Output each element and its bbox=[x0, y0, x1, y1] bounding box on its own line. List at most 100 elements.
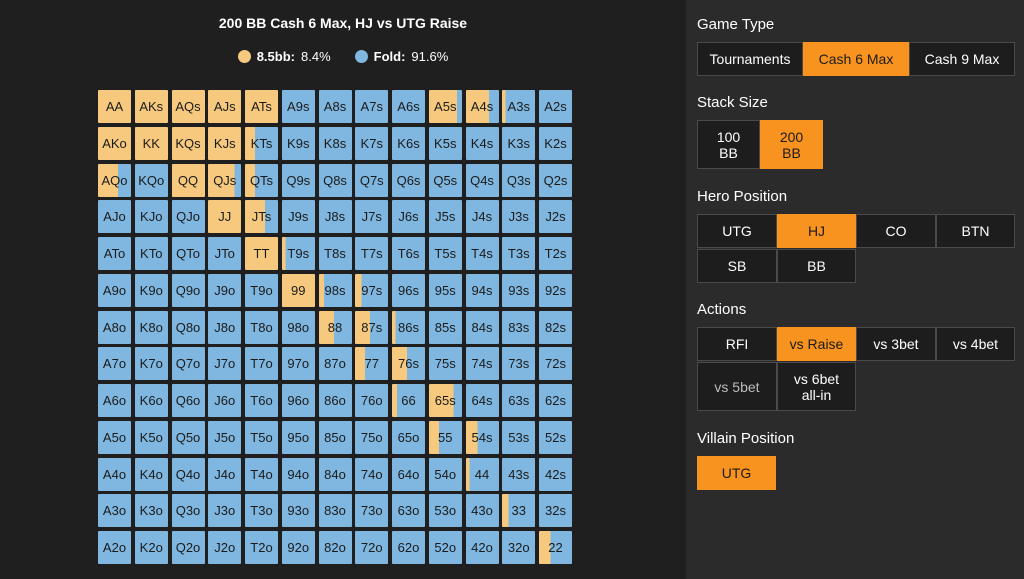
hand-cell-K4o[interactable]: K4o bbox=[134, 457, 168, 491]
action-vs-6bet-allin-button[interactable]: vs 6bet all-in bbox=[777, 362, 856, 411]
hand-cell-JJ[interactable]: JJ bbox=[208, 200, 242, 234]
hand-cell-64o[interactable]: 64o bbox=[392, 457, 425, 491]
hand-cell-99[interactable]: 99 bbox=[281, 273, 315, 307]
hand-cell-54s[interactable]: 54s bbox=[465, 420, 499, 454]
hand-cell-K3o[interactable]: K3o bbox=[134, 494, 168, 528]
hand-cell-A2o[interactable]: A2o bbox=[98, 531, 131, 564]
hand-cell-J5o[interactable]: J5o bbox=[208, 420, 242, 454]
hand-cell-T6o[interactable]: T6o bbox=[245, 384, 278, 417]
hand-cell-K5o[interactable]: K5o bbox=[134, 420, 168, 454]
hand-cell-J7o[interactable]: J7o bbox=[208, 347, 242, 381]
hand-cell-QTo[interactable]: QTo bbox=[171, 237, 205, 270]
hand-cell-84s[interactable]: 84s bbox=[465, 310, 499, 344]
hand-cell-Q9s[interactable]: Q9s bbox=[281, 163, 315, 197]
hero-bb-button[interactable]: BB bbox=[777, 249, 856, 283]
hand-cell-98s[interactable]: 98s bbox=[318, 273, 352, 307]
hand-cell-KK[interactable]: KK bbox=[134, 126, 168, 160]
hand-cell-T3o[interactable]: T3o bbox=[245, 494, 278, 528]
hand-cell-43o[interactable]: 43o bbox=[465, 494, 499, 528]
hand-cell-K3s[interactable]: K3s bbox=[502, 126, 536, 160]
hand-cell-K2s[interactable]: K2s bbox=[539, 126, 572, 160]
hand-cell-85o[interactable]: 85o bbox=[318, 420, 352, 454]
hand-cell-J9s[interactable]: J9s bbox=[281, 200, 315, 234]
hand-cell-72s[interactable]: 72s bbox=[539, 347, 572, 381]
hand-cell-22[interactable]: 22 bbox=[539, 531, 572, 564]
hand-cell-K4s[interactable]: K4s bbox=[465, 126, 499, 160]
hand-cell-QQ[interactable]: QQ bbox=[171, 163, 205, 197]
hand-cell-97o[interactable]: 97o bbox=[281, 347, 315, 381]
hand-cell-55[interactable]: 55 bbox=[428, 420, 462, 454]
hand-cell-K7o[interactable]: K7o bbox=[134, 347, 168, 381]
hand-cell-KTo[interactable]: KTo bbox=[134, 237, 168, 270]
hand-cell-84o[interactable]: 84o bbox=[318, 457, 352, 491]
hand-cell-Q9o[interactable]: Q9o bbox=[171, 273, 205, 307]
hand-cell-33[interactable]: 33 bbox=[502, 494, 536, 528]
game-type-tournaments-button[interactable]: Tournaments bbox=[697, 42, 803, 76]
hand-cell-J8o[interactable]: J8o bbox=[208, 310, 242, 344]
hand-cell-KQs[interactable]: KQs bbox=[171, 126, 205, 160]
hand-cell-A5o[interactable]: A5o bbox=[98, 420, 131, 454]
hand-cell-97s[interactable]: 97s bbox=[355, 273, 389, 307]
hand-cell-A5s[interactable]: A5s bbox=[428, 90, 462, 123]
hand-cell-T7o[interactable]: T7o bbox=[245, 347, 278, 381]
hand-cell-QJo[interactable]: QJo bbox=[171, 200, 205, 234]
hand-cell-75o[interactable]: 75o bbox=[355, 420, 389, 454]
hand-cell-65s[interactable]: 65s bbox=[428, 384, 462, 417]
hand-cell-K8s[interactable]: K8s bbox=[318, 126, 352, 160]
hand-cell-94o[interactable]: 94o bbox=[281, 457, 315, 491]
hand-cell-AJs[interactable]: AJs bbox=[208, 90, 242, 123]
hand-cell-44[interactable]: 44 bbox=[465, 457, 499, 491]
hand-cell-42s[interactable]: 42s bbox=[539, 457, 572, 491]
hand-cell-QJs[interactable]: QJs bbox=[208, 163, 242, 197]
hand-cell-K6o[interactable]: K6o bbox=[134, 384, 168, 417]
hand-cell-63o[interactable]: 63o bbox=[392, 494, 425, 528]
hand-cell-62o[interactable]: 62o bbox=[392, 531, 425, 564]
hand-cell-J2o[interactable]: J2o bbox=[208, 531, 242, 564]
hand-cell-T2o[interactable]: T2o bbox=[245, 531, 278, 564]
hand-cell-52s[interactable]: 52s bbox=[539, 420, 572, 454]
stack-100bb-button[interactable]: 100 BB bbox=[697, 120, 760, 169]
action-vs-3bet-button[interactable]: vs 3bet bbox=[856, 327, 936, 361]
hand-cell-Q3s[interactable]: Q3s bbox=[502, 163, 536, 197]
hand-cell-95o[interactable]: 95o bbox=[281, 420, 315, 454]
hand-cell-TT[interactable]: TT bbox=[245, 237, 278, 270]
hand-cell-86s[interactable]: 86s bbox=[392, 310, 425, 344]
hand-cell-Q4o[interactable]: Q4o bbox=[171, 457, 205, 491]
hand-cell-83o[interactable]: 83o bbox=[318, 494, 352, 528]
hand-cell-KQo[interactable]: KQo bbox=[134, 163, 168, 197]
hand-cell-92s[interactable]: 92s bbox=[539, 273, 572, 307]
hand-cell-A6s[interactable]: A6s bbox=[392, 90, 425, 123]
hand-cell-A7s[interactable]: A7s bbox=[355, 90, 389, 123]
hand-cell-A6o[interactable]: A6o bbox=[98, 384, 131, 417]
hand-cell-AA[interactable]: AA bbox=[98, 90, 131, 123]
hand-cell-K6s[interactable]: K6s bbox=[392, 126, 425, 160]
hero-utg-button[interactable]: UTG bbox=[697, 214, 777, 248]
hand-cell-T9s[interactable]: T9s bbox=[281, 237, 315, 270]
hand-cell-Q8o[interactable]: Q8o bbox=[171, 310, 205, 344]
hand-cell-Q7s[interactable]: Q7s bbox=[355, 163, 389, 197]
hand-cell-KJo[interactable]: KJo bbox=[134, 200, 168, 234]
hand-cell-94s[interactable]: 94s bbox=[465, 273, 499, 307]
hand-cell-T5o[interactable]: T5o bbox=[245, 420, 278, 454]
hand-cell-J3o[interactable]: J3o bbox=[208, 494, 242, 528]
hand-cell-98o[interactable]: 98o bbox=[281, 310, 315, 344]
hand-cell-T4s[interactable]: T4s bbox=[465, 237, 499, 270]
hand-cell-A7o[interactable]: A7o bbox=[98, 347, 131, 381]
hand-cell-T8s[interactable]: T8s bbox=[318, 237, 352, 270]
hand-cell-74o[interactable]: 74o bbox=[355, 457, 389, 491]
hand-cell-K9s[interactable]: K9s bbox=[281, 126, 315, 160]
hand-cell-A9o[interactable]: A9o bbox=[98, 273, 131, 307]
action-vs-raise-button[interactable]: vs Raise bbox=[777, 327, 856, 361]
hand-cell-T8o[interactable]: T8o bbox=[245, 310, 278, 344]
hand-cell-74s[interactable]: 74s bbox=[465, 347, 499, 381]
hand-cell-87o[interactable]: 87o bbox=[318, 347, 352, 381]
action-vs-5bet-button[interactable]: vs 5bet bbox=[697, 362, 777, 411]
hand-cell-A4s[interactable]: A4s bbox=[465, 90, 499, 123]
hero-btn-button[interactable]: BTN bbox=[936, 214, 1015, 248]
game-type-cash6-button[interactable]: Cash 6 Max bbox=[803, 42, 909, 76]
hand-cell-K9o[interactable]: K9o bbox=[134, 273, 168, 307]
hand-cell-K2o[interactable]: K2o bbox=[134, 531, 168, 564]
hand-cell-T2s[interactable]: T2s bbox=[539, 237, 572, 270]
hand-cell-K7s[interactable]: K7s bbox=[355, 126, 389, 160]
hand-cell-QTs[interactable]: QTs bbox=[245, 163, 278, 197]
